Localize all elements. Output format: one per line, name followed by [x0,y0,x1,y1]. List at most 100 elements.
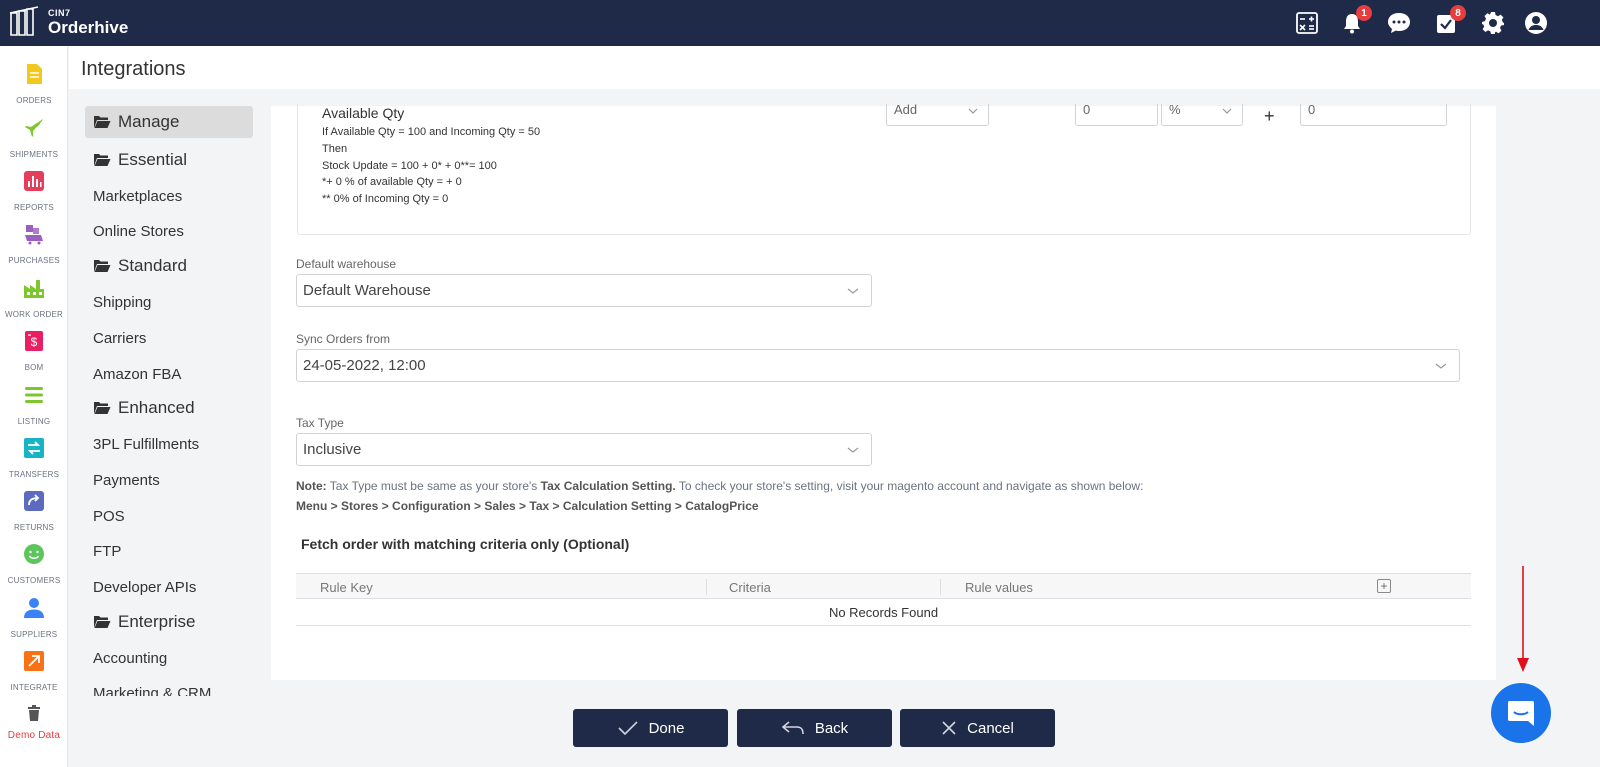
rail-integrate[interactable]: INTEGRATE [0,650,68,692]
unit-value: % [1169,102,1181,117]
close-icon [942,721,956,735]
nav-item-online-stores[interactable]: Online Stores [85,215,253,247]
nav-item-label: Marketplaces [93,187,183,205]
nav-item-pos[interactable]: POS [85,500,253,532]
nav-item-marketing-crm[interactable]: Marketing & CRM [85,677,253,697]
operation-value: Add [894,102,918,117]
rail-suppliers[interactable]: SUPPLIERS [0,597,68,639]
brand-name: Orderhive [48,17,129,37]
rail-label: BOM [24,363,44,372]
nav-item-label: Amazon FBA [93,365,182,383]
brand-small: CIN7 [48,7,71,18]
nav-item-payments[interactable]: Payments [85,464,253,496]
nav-item-standard[interactable]: Standard [85,250,253,282]
smiley-icon [24,544,44,564]
tasks-badge: 8 [1450,5,1466,21]
nav-item-shipping[interactable]: Shipping [85,286,253,318]
nav-item-accounting[interactable]: Accounting [85,642,253,674]
rail-label: PURCHASES [8,256,60,265]
support-chat-button[interactable] [1491,683,1551,743]
folder-open-icon [94,116,111,128]
rail-label: CUSTOMERS [7,576,61,585]
user-icon[interactable] [1522,9,1550,37]
rail-work-order[interactable]: WORK ORDER [0,277,68,319]
tax-path-text: Menu > Stores > Configuration > Sales > … [296,499,759,513]
sync-orders-value: 24-05-2022, 12:00 [303,357,426,374]
nav-item-3pl-fulfillments[interactable]: 3PL Fulfillments [85,428,253,460]
done-button[interactable]: Done [573,709,728,747]
nav-item-label: Online Stores [93,222,184,240]
chat-bubble-icon [1508,701,1534,726]
rail-orders[interactable]: ORDERS [0,63,68,105]
main-sidebar: ORDERS SHIPMENTS REPORTS PURCHASES WORK … [0,46,68,767]
nav-item-amazon-fba[interactable]: Amazon FBA [85,358,253,390]
nav-item-ftp[interactable]: FTP [85,535,253,567]
nav-item-developer-apis[interactable]: Developer APIs [85,571,253,603]
folder-open-icon [94,260,111,272]
nav-item-marketplaces[interactable]: Marketplaces [85,180,253,212]
rail-label: LISTING [17,417,51,426]
rail-listing[interactable]: LISTING [0,384,68,426]
cancel-button[interactable]: Cancel [900,709,1055,747]
add-rule-button[interactable]: + [1377,579,1391,593]
back-button[interactable]: Back [737,709,892,747]
rail-demo-data[interactable]: Demo Data [0,705,68,741]
chevron-down-icon [968,108,978,114]
returns-icon [24,491,44,511]
column-header: Rule values [965,580,1033,595]
rail-label: WORK ORDER [5,310,63,319]
table-header: Rule Key Criteria Rule values + [296,573,1471,599]
criteria-title: Fetch order with matching criteria only … [301,536,630,552]
chevron-down-icon [1222,108,1232,114]
brand-logo[interactable]: CIN7 Orderhive [8,5,128,39]
formula-line: ** 0% of Incoming Qty = 0 [322,193,449,205]
nav-item-label: Developer APIs [93,578,197,596]
notifications-badge: 1 [1356,5,1372,21]
nav-item-label: Enhanced [118,398,195,417]
plus-sign: + [1264,106,1275,126]
nav-item-essential[interactable]: Essential [85,144,253,176]
cart-icon [25,225,43,245]
nav-item-carriers[interactable]: Carriers [85,322,253,354]
rail-bom[interactable]: $ BOM [0,330,68,372]
percent-input[interactable]: 0 [1075,103,1158,126]
note-bold: Tax Calculation Setting. [540,479,676,493]
column-header: Rule Key [320,580,373,595]
nav-item-enterprise[interactable]: Enterprise [85,606,253,638]
integrations-nav: Manage Essential Marketplaces Online Sto… [85,106,253,696]
nav-item-label: Enterprise [118,612,196,631]
default-warehouse-select[interactable]: Default Warehouse [296,274,872,307]
bom-icon: $ [25,331,43,351]
page-header: Integrations [69,46,1600,89]
nav-item-enhanced[interactable]: Enhanced [85,392,253,424]
gear-icon[interactable] [1479,9,1507,37]
logo-icon [9,6,39,36]
rail-customers[interactable]: CUSTOMERS [0,543,68,585]
nav-item-label: FTP [93,542,122,560]
fixed-value-input[interactable]: 0 [1300,103,1447,126]
factory-icon [24,280,44,298]
rail-label: INTEGRATE [10,683,58,692]
integrate-icon [24,651,44,671]
sync-orders-datepicker[interactable]: 24-05-2022, 12:00 [296,349,1460,382]
rail-shipments[interactable]: SHIPMENTS [0,117,68,159]
rail-label: ORDERS [16,96,52,105]
chat-icon[interactable] [1385,9,1413,37]
rail-transfers[interactable]: TRANSFERS [0,437,68,479]
unit-select[interactable]: % [1161,102,1243,126]
formula-line: If Available Qty = 100 and Incoming Qty … [322,126,541,138]
tax-note: Note: Tax Type must be same as your stor… [296,479,1143,493]
tasks-icon[interactable]: 8 [1432,5,1466,37]
tax-type-value: Inclusive [303,441,362,458]
nav-item-manage[interactable]: Manage [85,106,253,138]
operation-select[interactable]: Add [886,102,989,126]
reports-icon [24,171,44,191]
rail-reports[interactable]: REPORTS [0,170,68,212]
bell-icon[interactable]: 1 [1338,5,1372,37]
rail-returns[interactable]: RETURNS [0,490,68,532]
calculator-icon[interactable] [1293,9,1321,37]
tax-type-select[interactable]: Inclusive [296,433,872,466]
rail-purchases[interactable]: PURCHASES [0,223,68,265]
content-gutter [1496,89,1600,698]
person-icon [24,598,44,618]
